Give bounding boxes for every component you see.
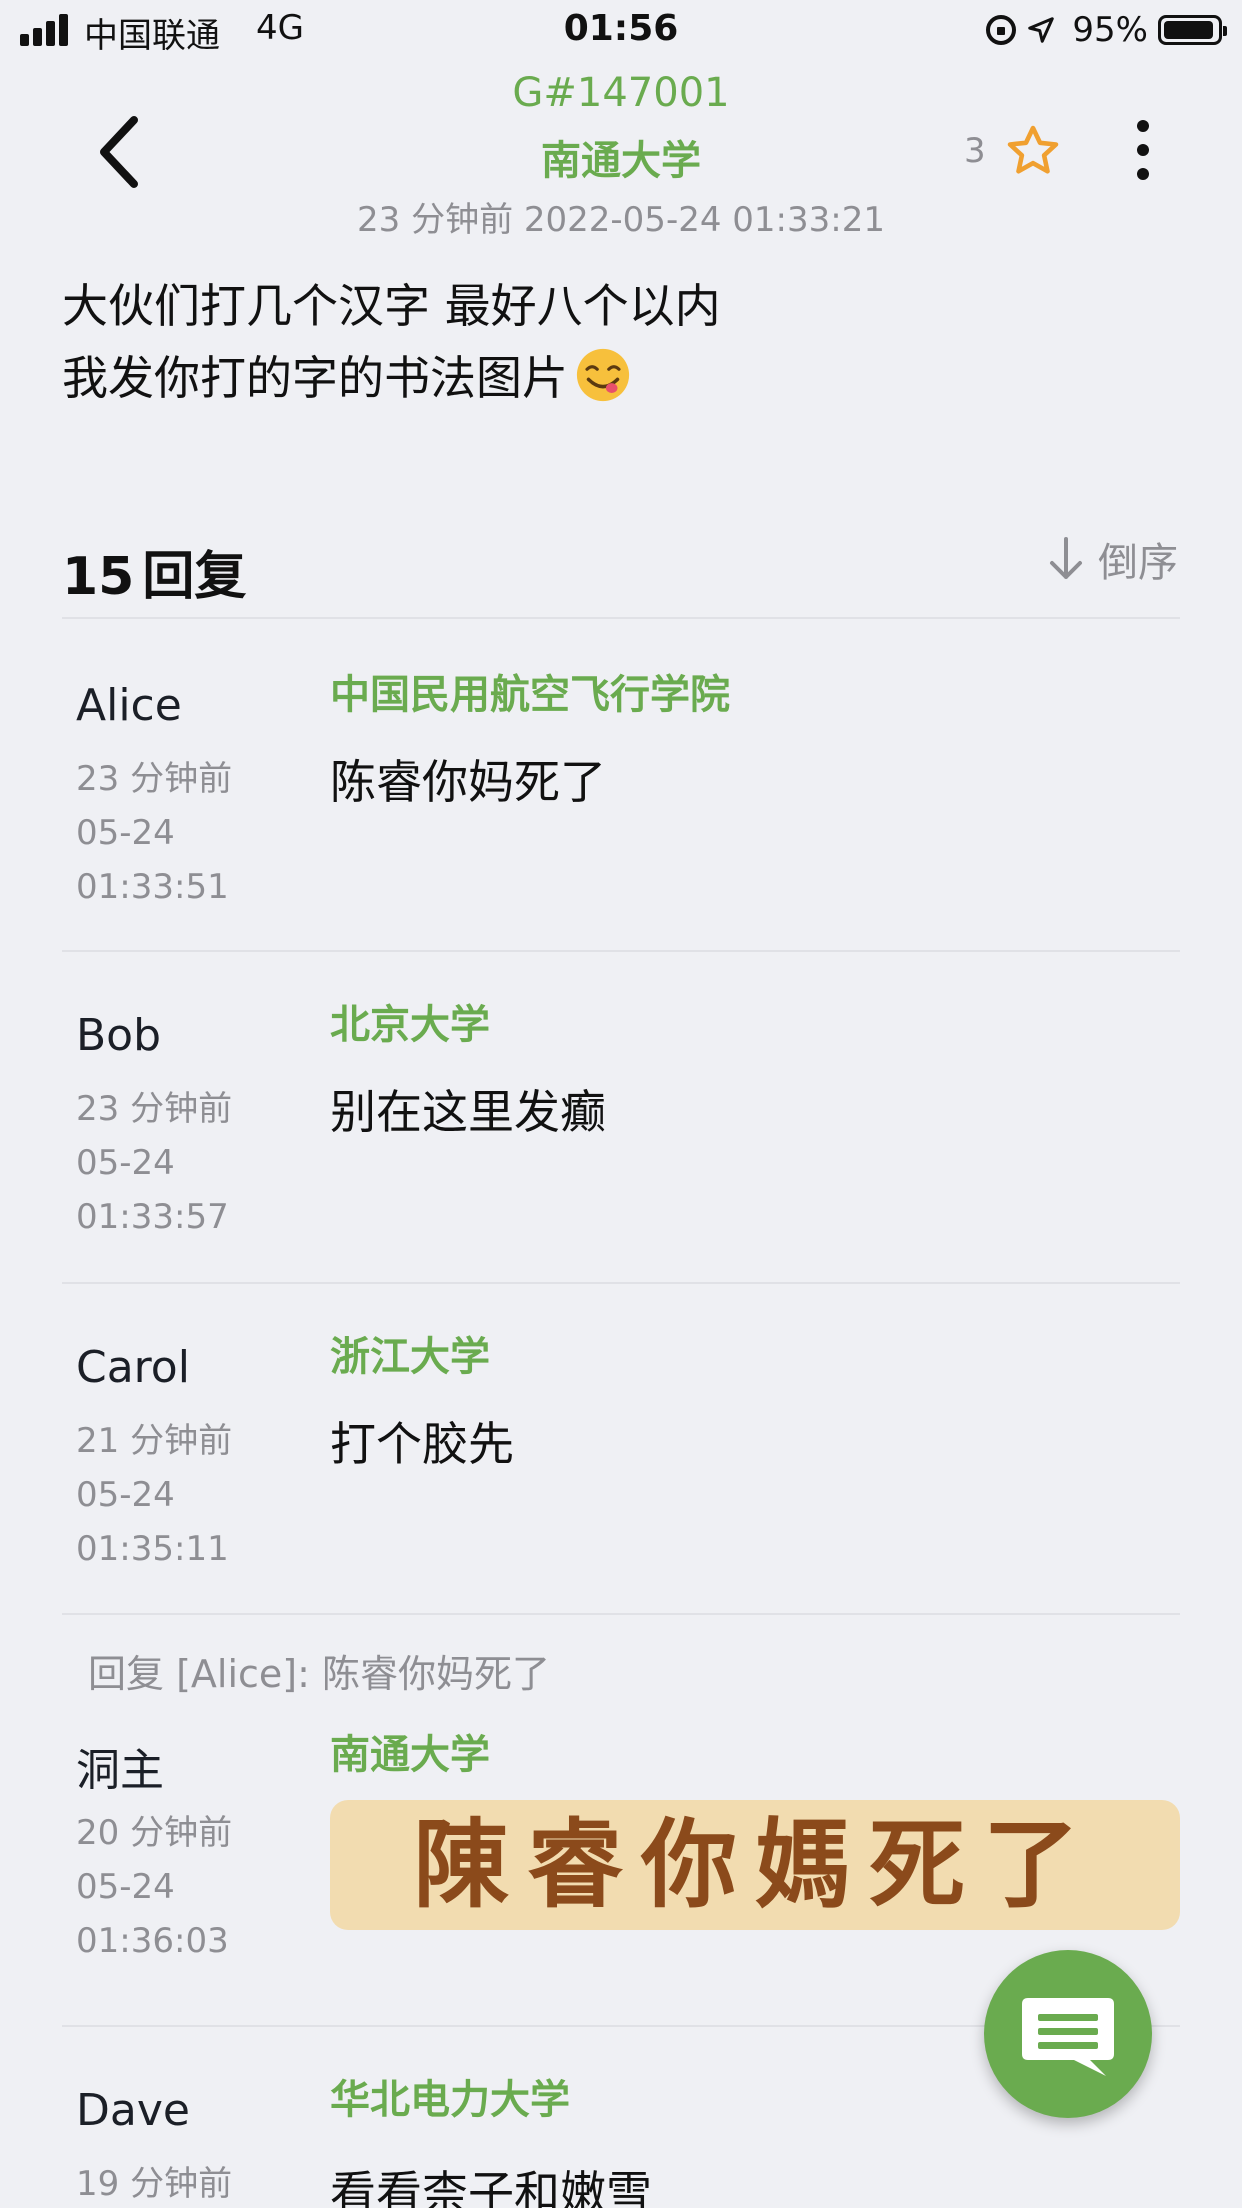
reply-time: 01:36:03 [76,1921,229,1961]
replies-count-number: 15 [62,547,135,607]
reply-meta: 19 分钟前 [76,2157,232,2208]
post-line: 我发你打的字的书法图片 [62,351,568,405]
reply-meta: 20 分钟前 05-24 01:36:03 [76,1806,232,1968]
reply-time: 01:33:57 [76,1197,229,1237]
sort-button[interactable]: 倒序 [1044,530,1178,588]
reply-text: 打个胶先 [330,1417,514,1471]
calligraphy-image[interactable]: 陳睿你媽死了 [330,1800,1180,1930]
reply-quote: 回复 [Alice]: 陈睿你妈死了 [88,1652,550,1696]
more-dot [1137,144,1149,156]
divider [62,950,1180,952]
post-line-2: 我发你打的字的书法图片 [62,342,721,414]
reply-relative-time: 23 分钟前 [76,1089,233,1129]
reply-time: 01:35:11 [76,1529,229,1569]
reply-school: 中国民用航空飞行学院 [330,672,730,718]
post-time: 23 分钟前 2022-05-24 01:33:21 [357,200,885,240]
replies-count-label: 回复 [142,547,247,607]
reply-school: 南通大学 [330,1732,490,1778]
more-dot [1137,120,1149,132]
reply-date: 05-24 [76,1143,175,1183]
reply-meta: 23 分钟前 05-24 01:33:57 [76,1082,232,1244]
reply-school: 浙江大学 [330,1334,490,1380]
star-outline-icon [1007,125,1058,174]
reply-author: Alice [76,680,182,731]
reply-item[interactable]: Bob 23 分钟前 05-24 01:33:57 北京大学 别在这里发癫 [62,970,1180,1280]
reply-text: 看看柰子和嫩雪 [330,2166,652,2208]
divider [62,1282,1180,1284]
reply-author: Carol [76,1342,190,1393]
reply-date: 05-24 [76,1867,175,1907]
post-id: G#147001 [512,70,730,116]
reply-author: 洞主 [76,1745,164,1796]
reply-author: Bob [76,1010,162,1061]
reply-item[interactable]: Carol 21 分钟前 05-24 01:35:11 浙江大学 打个胶先 [62,1302,1180,1612]
reply-fab-button[interactable] [984,1950,1152,2118]
more-dot [1137,168,1149,180]
post-line: 大伙们打几个汉字 最好八个以内 [62,279,721,333]
reply-school: 北京大学 [330,1002,490,1048]
replies-count: 15 回复 [62,534,246,609]
more-button[interactable] [1128,120,1158,186]
favorite-button[interactable]: 3 [964,122,1062,180]
divider [62,617,1180,619]
reply-item[interactable]: Alice 23 分钟前 05-24 01:33:51 中国民用航空飞行学院 陈… [62,640,1180,950]
status-right: 95% [986,10,1227,50]
reply-school: 华北电力大学 [330,2077,570,2123]
reply-relative-time: 21 分钟前 [76,1421,233,1461]
sort-label: 倒序 [1098,540,1178,586]
reply-text: 别在这里发癫 [330,1085,606,1139]
post-content: 大伙们打几个汉字 最好八个以内 我发你打的字的书法图片 [62,270,721,414]
rotation-lock-icon [986,15,1017,45]
reply-relative-time: 20 分钟前 [76,1813,233,1853]
battery-percent: 95% [1072,10,1148,50]
arrow-down-icon [1050,537,1082,579]
location-arrow-icon [1028,17,1055,43]
comment-icon [1022,1998,1114,2076]
yum-face-emoji-icon [576,348,630,402]
status-bar: 中国联通 4G 01:56 95% [0,0,1242,62]
reply-author: Dave [76,2085,190,2136]
reply-meta: 23 分钟前 05-24 01:33:51 [76,752,232,914]
reply-relative-time: 23 分钟前 [76,759,233,799]
star-count: 3 [964,131,986,171]
battery-icon [1158,15,1227,45]
reply-time: 01:33:51 [76,867,229,907]
reply-meta: 21 分钟前 05-24 01:35:11 [76,1414,232,1576]
reply-text: 陈睿你妈死了 [330,755,606,809]
divider [62,1613,1180,1615]
reply-relative-time: 19 分钟前 [76,2164,233,2204]
reply-date: 05-24 [76,1475,175,1515]
reply-date: 05-24 [76,813,175,853]
